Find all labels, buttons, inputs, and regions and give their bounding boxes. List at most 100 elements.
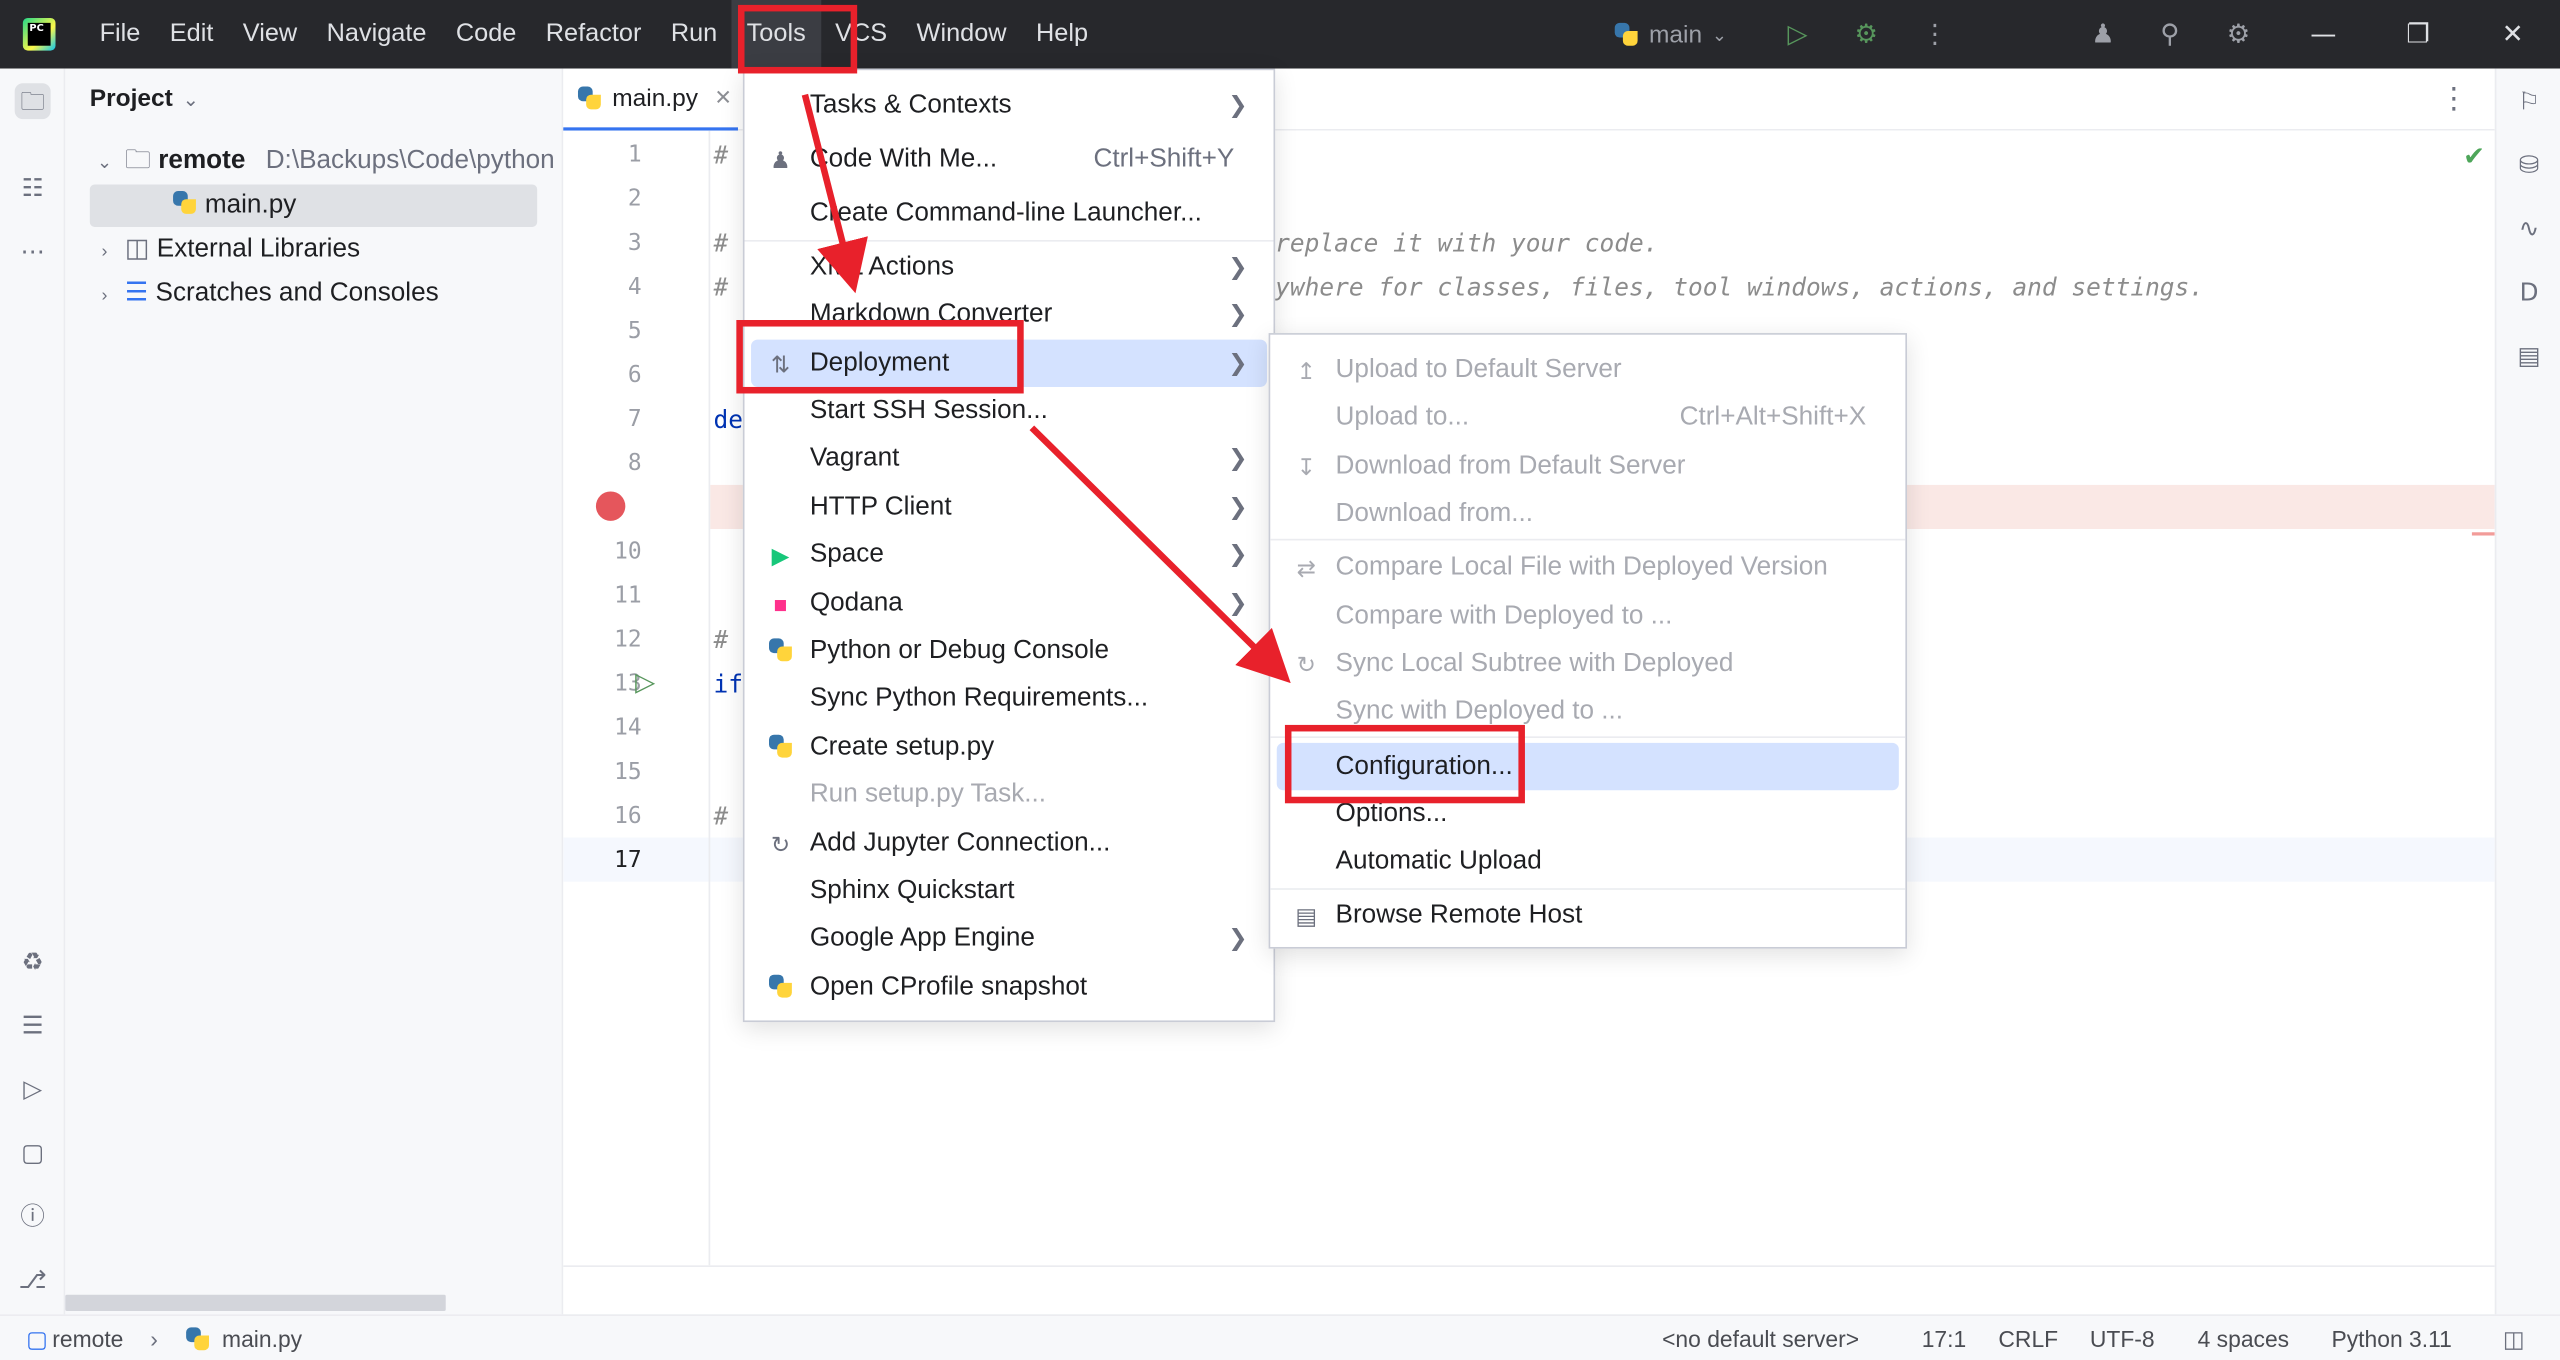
settings-icon[interactable]: ⚙	[2224, 19, 2253, 49]
expand-arrow-icon[interactable]: ⌄	[91, 142, 117, 184]
editor-tab-main-py[interactable]: main.py ✕	[563, 69, 738, 131]
layers-icon[interactable]: ☰	[15, 1007, 51, 1043]
menu-item-qodana[interactable]: ■ Qodana ❯	[751, 580, 1267, 627]
menu-item-sync-subtree[interactable]: ↻ Sync Local Subtree with Deployed	[1277, 640, 1899, 687]
tree-root-remote[interactable]: ⌄ 🗀 remote D:\Backups\Code\python	[65, 140, 563, 182]
menu-item-automatic-upload[interactable]: Automatic Upload	[1277, 838, 1899, 885]
restore-button[interactable]: ❐	[2371, 0, 2466, 69]
menu-item-tasks-contexts[interactable]: Tasks & Contexts ❯	[751, 82, 1267, 129]
close-tab-icon[interactable]: ✕	[714, 85, 732, 111]
menu-item-compare-deployed[interactable]: Compare with Deployed to ...	[1277, 593, 1899, 640]
caret-position[interactable]: 17:1	[1922, 1326, 1966, 1352]
menu-file[interactable]: File	[85, 0, 155, 69]
menu-item-cprofile[interactable]: Open CProfile snapshot	[751, 963, 1267, 1010]
tree-item-label: Scratches and Consoles	[155, 279, 439, 307]
problems-icon[interactable]: ⓘ	[15, 1198, 51, 1234]
run-gutter-icon[interactable]: ▷	[635, 666, 655, 697]
menu-item-google-app-engine[interactable]: Google App Engine ❯	[751, 914, 1267, 961]
git-icon[interactable]: ⎇	[15, 1262, 51, 1298]
add-user-icon[interactable]: ♟	[2088, 19, 2117, 49]
menu-item-create-launcher[interactable]: Create Command-line Launcher...	[751, 189, 1267, 236]
run-config-label: main	[1649, 20, 1703, 49]
indent-setting[interactable]: 4 spaces	[2198, 1326, 2290, 1352]
menu-help[interactable]: Help	[1021, 0, 1102, 69]
menu-run[interactable]: Run	[656, 0, 732, 69]
line-number: 15	[614, 759, 642, 786]
menu-view[interactable]: View	[228, 0, 312, 69]
minimize-button[interactable]: —	[2276, 0, 2371, 69]
folder-icon: 🗀	[124, 146, 151, 175]
menu-item-label: Compare with Deployed to ...	[1335, 602, 1673, 631]
line-number: 16	[614, 803, 642, 830]
database-icon[interactable]: ⛁	[2511, 147, 2547, 183]
menu-refactor[interactable]: Refactor	[531, 0, 656, 69]
menu-item-run-setup-task[interactable]: Run setup.py Task...	[751, 771, 1267, 818]
editor-gutter[interactable]: 1 2 3 4 5 6 7 8 10 11 12 13 14 15 16 17 …	[563, 130, 711, 1266]
menu-code[interactable]: Code	[441, 0, 531, 69]
run-icon[interactable]: ▷	[1783, 19, 1812, 49]
menu-item-compare-local[interactable]: ⇄ Compare Local File with Deployed Versio…	[1277, 544, 1899, 591]
pycharm-logo-icon[interactable]: PC	[22, 17, 56, 51]
python-icon	[766, 637, 795, 666]
tree-scratches[interactable]: › ☰ Scratches and Consoles	[65, 273, 563, 315]
error-stripe-marker[interactable]	[2471, 532, 2495, 536]
menu-item-download-from[interactable]: Download from...	[1277, 490, 1899, 537]
menu-separator	[744, 240, 1274, 242]
deployment-submenu: ↥ Upload to Default Server Upload to... Ct…	[1268, 333, 1907, 949]
inspection-ok-icon[interactable]: ✔	[2463, 140, 2485, 171]
close-window-button[interactable]: ✕	[2465, 0, 2560, 69]
menu-item-label: Python or Debug Console	[809, 636, 1109, 665]
terminal-icon[interactable]: ▢	[15, 1135, 51, 1171]
breadcrumb-file[interactable]: main.py	[222, 1326, 302, 1352]
expand-arrow-icon[interactable]: ›	[91, 230, 117, 272]
root-folder-name: remote	[158, 146, 246, 175]
tree-external-libraries[interactable]: › ◫ External Libraries	[65, 229, 563, 271]
deployment-server-status[interactable]: <no default server>	[1662, 1326, 1859, 1352]
menu-item-download-default[interactable]: ↧ Download from Default Server	[1277, 442, 1899, 489]
menu-item-upload-default[interactable]: ↥ Upload to Default Server	[1277, 346, 1899, 393]
menu-window[interactable]: Window	[902, 0, 1021, 69]
sciview-icon[interactable]: ∿	[2511, 211, 2547, 247]
menu-item-vagrant[interactable]: Vagrant ❯	[751, 434, 1267, 481]
breadcrumb-root[interactable]: remote	[52, 1326, 123, 1352]
structure-icon[interactable]: ☷	[15, 170, 51, 206]
menu-item-http-client[interactable]: HTTP Client ❯	[751, 483, 1267, 530]
interpreter[interactable]: Python 3.11	[2331, 1326, 2451, 1352]
file-encoding[interactable]: UTF-8	[2090, 1326, 2155, 1352]
menu-item-create-setup[interactable]: Create setup.py	[751, 723, 1267, 770]
project-panel-header[interactable]: Project ⌄	[90, 85, 199, 113]
notifications-icon[interactable]: ⚐	[2511, 83, 2547, 119]
right-tool-strip: ⚐ ⛁ ∿ D ▤	[2494, 68, 2560, 1315]
project-folder-icon[interactable]: 🗀	[14, 83, 51, 120]
expand-arrow-icon[interactable]: ›	[91, 274, 117, 316]
menu-item-upload-to[interactable]: Upload to... Ctrl+Alt+Shift+X	[1277, 393, 1899, 440]
menu-item-browse-remote[interactable]: ▤ Browse Remote Host	[1277, 891, 1899, 938]
more-vertical-icon[interactable]: ⋮	[1920, 19, 1949, 49]
tree-item-main-py[interactable]: main.py	[89, 184, 538, 227]
title-bar: PC File Edit View Navigate Code Refactor…	[0, 0, 2560, 69]
line-separator[interactable]: CRLF	[1998, 1326, 2058, 1352]
root-folder-path: D:\Backups\Code\python	[265, 146, 555, 175]
remote-host-icon[interactable]: ▤	[2511, 338, 2547, 374]
menu-item-python-console[interactable]: Python or Debug Console	[751, 627, 1267, 674]
more-horizontal-icon[interactable]: ⋯	[15, 233, 51, 269]
search-icon[interactable]: ⚲	[2155, 19, 2184, 49]
project-horizontal-scrollbar[interactable]	[65, 1294, 446, 1312]
menu-edit[interactable]: Edit	[155, 0, 228, 69]
menu-item-space[interactable]: ▶ Space ❯	[751, 531, 1267, 578]
menu-item-start-ssh[interactable]: Start SSH Session...	[751, 387, 1267, 434]
menu-item-xml-actions[interactable]: XML Actions ❯	[751, 243, 1267, 290]
lock-icon[interactable]: ◫	[2503, 1326, 2525, 1354]
run-config-selector[interactable]: main ⌄	[1613, 0, 1727, 69]
d-icon[interactable]: D	[2511, 274, 2547, 310]
menu-navigate[interactable]: Navigate	[312, 0, 441, 69]
more-vertical-icon[interactable]: ⋮	[2439, 82, 2468, 116]
menu-item-code-with-me[interactable]: ♟ Code With Me... Ctrl+Shift+Y	[751, 136, 1267, 183]
menu-item-sphinx[interactable]: Sphinx Quickstart	[751, 867, 1267, 914]
python-packages-icon[interactable]: ♻	[15, 944, 51, 980]
services-icon[interactable]: ▷	[15, 1071, 51, 1107]
breakpoint-icon[interactable]	[595, 491, 626, 521]
debug-icon[interactable]: ⚙	[1851, 19, 1880, 49]
menu-item-sync-requirements[interactable]: Sync Python Requirements...	[751, 674, 1267, 721]
menu-item-add-jupyter[interactable]: ↻ Add Jupyter Connection...	[751, 820, 1267, 867]
